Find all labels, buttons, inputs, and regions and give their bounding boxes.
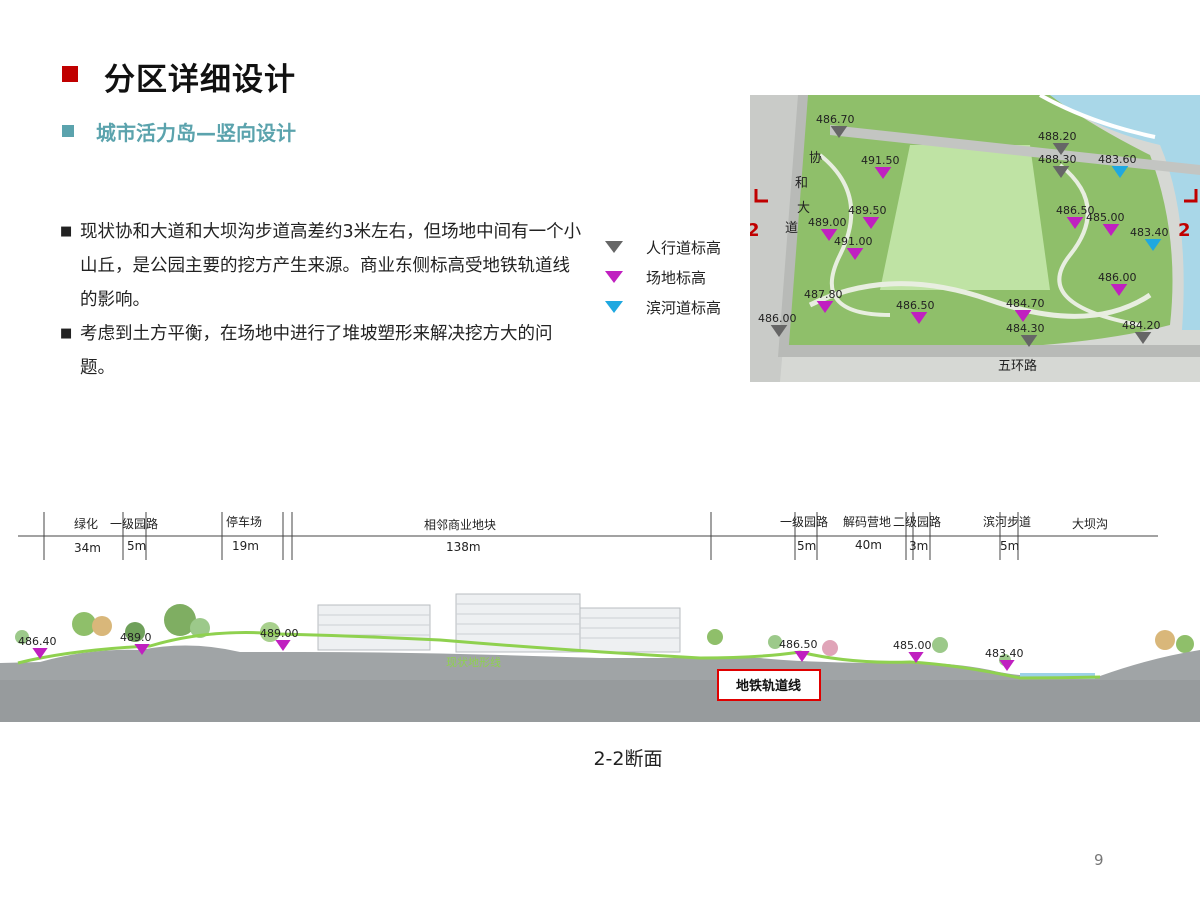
elevation-label: 489.00 (808, 216, 847, 229)
elevation-label: 486.70 (816, 113, 855, 126)
elevation-label: 486.40 (18, 635, 57, 648)
elevation-label: 488.30 (1038, 153, 1077, 166)
elevation-label: 487.80 (804, 288, 843, 301)
elevation-label: 484.70 (1006, 297, 1045, 310)
legend-item-site: 场地标高 (604, 262, 754, 292)
triangle-down-icon (275, 640, 291, 651)
zone-width: 5m (1000, 539, 1019, 553)
triangle-down-icon (605, 301, 623, 313)
elevation-label: 489.50 (848, 204, 887, 217)
section-mark-label: 2 (750, 220, 760, 241)
zone-name: 滨河步道 (983, 514, 1031, 529)
legend-item-sidewalk: 人行道标高 (604, 232, 754, 262)
central-lawn (880, 145, 1050, 290)
wuhuan-road (780, 345, 1200, 357)
elevation-label: 484.20 (1122, 319, 1161, 332)
zone-name: 绿化 (74, 516, 98, 531)
elevation-label: 485.00 (893, 639, 932, 652)
road-label-xiehe-char: 协 (809, 151, 822, 166)
elevation-label: 483.40 (985, 647, 1024, 660)
triangle-down-icon (999, 660, 1015, 671)
ground-shadow (0, 680, 1200, 722)
legend-label: 人行道标高 (646, 238, 722, 257)
triangle-down-icon (605, 271, 623, 283)
bullet-item: ■ 现状协和大道和大坝沟步道高差约3米左右，但场地中间有一个小山丘，是公园主要的… (60, 215, 585, 317)
zone-width: 138m (446, 540, 481, 554)
road-label-wuhuan: 五环路 (998, 358, 1037, 374)
elevation-legend: 人行道标高 场地标高 滨河道标高 (604, 232, 754, 322)
elevation-label: 491.50 (861, 154, 900, 167)
zone-width: 34m (74, 541, 101, 555)
road-label-xiehe-char: 大 (797, 201, 810, 216)
elevation-label: 483.40 (1130, 226, 1169, 239)
zone-width: 5m (127, 539, 146, 553)
elevation-label: 483.60 (1098, 153, 1137, 166)
zone-name: 一级园路 (110, 516, 158, 531)
triangle-down-icon (605, 241, 623, 253)
bullet-text: 考虑到土方平衡，在场地中进行了堆坡塑形来解决挖方大的问题。 (80, 324, 553, 378)
elevation-label: 485.00 (1086, 211, 1125, 224)
zone-name: 停车场 (226, 514, 262, 529)
zone-name: 相邻商业地块 (424, 517, 496, 532)
zone-width: 3m (909, 539, 928, 553)
legend-item-riverside: 滨河道标高 (604, 292, 754, 322)
section-mark-label: 2 (1178, 220, 1191, 241)
elevation-label: 486.00 (1098, 271, 1137, 284)
page-title: 分区详细设计 (104, 62, 296, 98)
bullet-square-icon: ■ (60, 224, 73, 239)
elevation-label: 489.0 (120, 631, 152, 644)
bullet-square-icon: ■ (60, 326, 73, 341)
triangle-down-icon (794, 651, 810, 662)
road-label-xiehe-char: 和 (795, 176, 808, 191)
zone-width: 5m (797, 539, 816, 553)
road-label-xiehe-char: 道 (785, 221, 798, 236)
legend-label: 滨河道标高 (646, 298, 722, 317)
elevation-label: 486.50 (779, 638, 818, 651)
subway-line-label: 地铁轨道线 (736, 678, 801, 694)
bullet-item: ■ 考虑到土方平衡，在场地中进行了堆坡塑形来解决挖方大的问题。 (60, 317, 585, 385)
section-2-2-diagram: 绿化 一级园路 停车场 相邻商业地块 一级园路 解码营地 二级园路 滨河步道 大… (0, 512, 1200, 722)
elevation-label: 491.00 (834, 235, 873, 248)
elevation-label: 488.20 (1038, 130, 1077, 143)
legend-label: 场地标高 (646, 268, 707, 287)
elevation-label: 489.00 (260, 627, 299, 640)
elevation-label: 486.00 (758, 312, 797, 325)
elevation-label: 484.30 (1006, 322, 1045, 335)
elevation-label: 486.50 (896, 299, 935, 312)
zone-name: 解码营地 (843, 515, 891, 529)
page-subtitle: 城市活力岛—竖向设计 (96, 121, 296, 145)
bullet-list: ■ 现状协和大道和大坝沟步道高差约3米左右，但场地中间有一个小山丘，是公园主要的… (60, 215, 585, 385)
subtitle-marker (62, 125, 74, 137)
zone-name: 二级园路 (893, 514, 941, 529)
page-number: 9 (1094, 851, 1104, 869)
zone-width: 40m (855, 538, 882, 552)
zone-name: 一级园路 (780, 514, 828, 529)
terrain-line-label: 现状地形线 (446, 655, 501, 669)
title-marker (62, 66, 78, 82)
section-caption: 2-2断面 (593, 748, 663, 770)
bullet-text: 现状协和大道和大坝沟步道高差约3米左右，但场地中间有一个小山丘，是公园主要的挖方… (80, 222, 582, 310)
zone-width: 19m (232, 539, 259, 553)
site-plan-map: 协 和 大 道 五环路 2 2 486.70 488.20 488.30 486… (750, 95, 1200, 382)
zone-name: 大坝沟 (1072, 517, 1108, 531)
